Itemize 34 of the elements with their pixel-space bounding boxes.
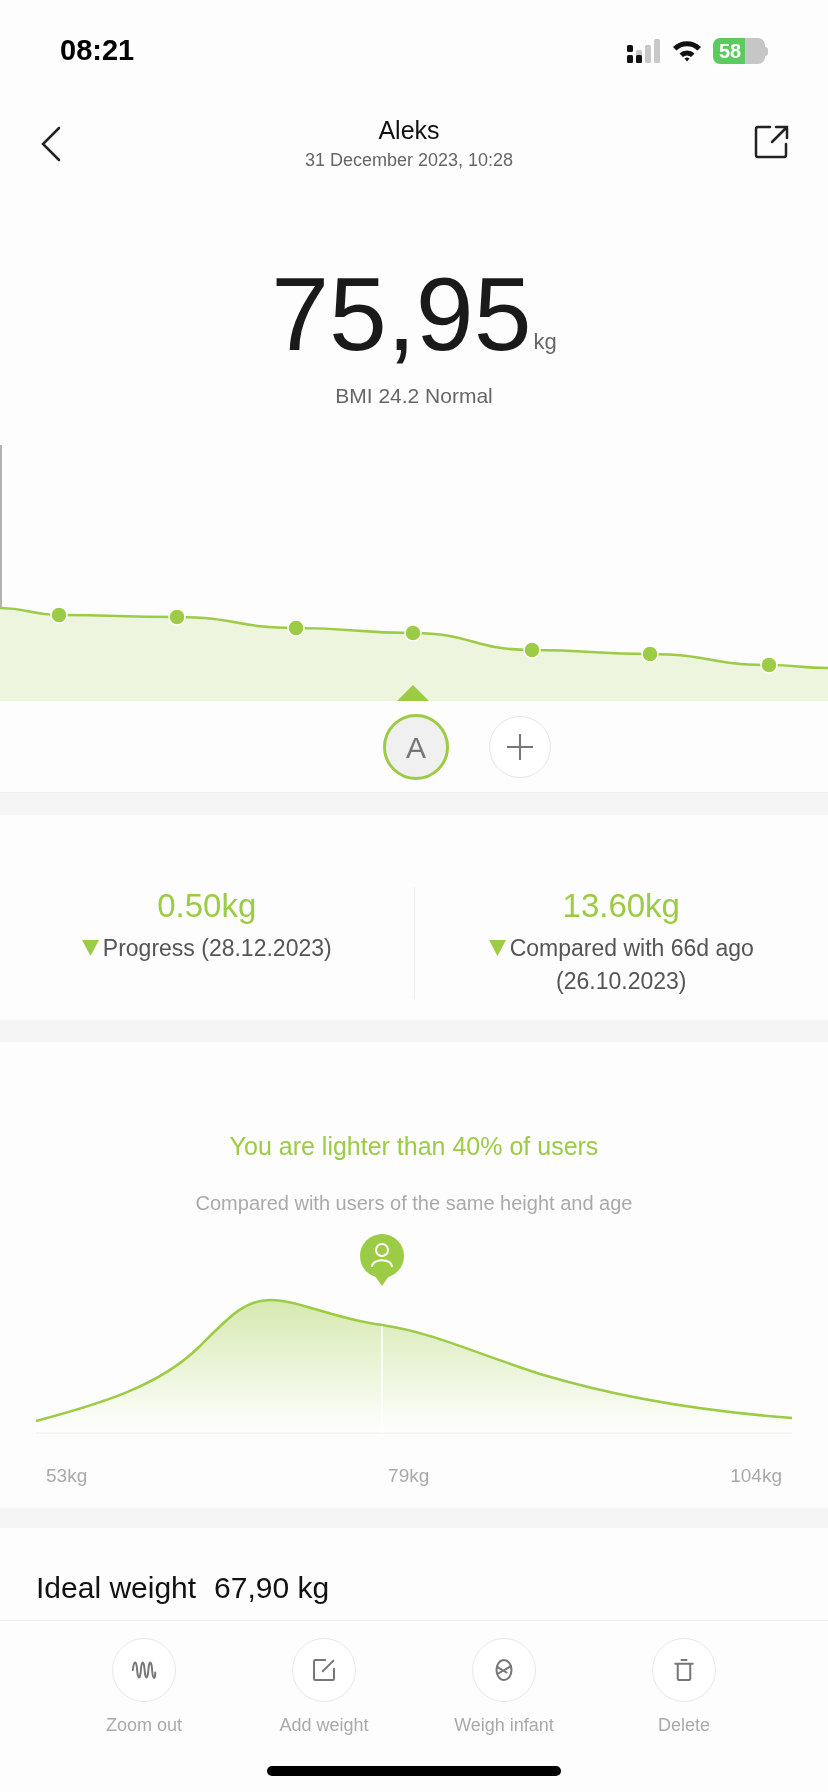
stat-label: Progress (28.12.2023) xyxy=(102,935,332,961)
action-label: Delete xyxy=(658,1714,710,1737)
action-label: Add weight xyxy=(279,1714,369,1737)
bmi-text: BMI 24.2 Normal xyxy=(335,383,493,409)
axis-label: 104kg xyxy=(730,1463,782,1488)
back-icon xyxy=(40,126,62,162)
user-avatar[interactable]: A xyxy=(383,714,449,780)
stat-value: 0.50kg xyxy=(157,887,257,925)
axis-label: 79kg xyxy=(388,1463,430,1488)
action-label: Weigh infant xyxy=(454,1714,554,1737)
action-button[interactable]: Zoom out xyxy=(54,1638,234,1739)
cellular-signal-icon xyxy=(627,39,661,63)
ranking-subtitle: Compared with users of the same height and age xyxy=(195,1190,633,1216)
ranking-title: You are lighter than 40% of users xyxy=(229,1131,599,1162)
status-time: 08:21 xyxy=(60,33,135,69)
stat-value: 13.60kg xyxy=(562,887,680,925)
wifi-icon xyxy=(671,39,703,63)
axis-label: 53kg xyxy=(46,1463,88,1488)
ideal-weight-value: 67,90 kg xyxy=(214,1570,330,1606)
profile-name: Aleks xyxy=(378,115,440,146)
weight-value: 75,95 xyxy=(271,262,532,366)
user-position-pin-icon xyxy=(360,1233,404,1286)
action-button[interactable]: Weigh infant xyxy=(414,1638,594,1739)
stat-label: Compared with 66d ago (26.10.2023) xyxy=(509,935,754,994)
action-label: Zoom out xyxy=(105,1714,182,1737)
weight-unit: kg xyxy=(533,328,557,356)
action-button[interactable]: Delete xyxy=(594,1638,774,1739)
share-icon xyxy=(754,124,790,160)
ideal-weight-label: Ideal weight xyxy=(36,1570,197,1606)
measurement-date: 31 December 2023, 10:28 xyxy=(304,149,514,172)
action-button[interactable]: Add weight xyxy=(234,1638,414,1739)
battery-indicator: 58 xyxy=(713,38,765,64)
selection-marker-icon xyxy=(397,685,429,701)
plus-icon xyxy=(506,733,534,761)
